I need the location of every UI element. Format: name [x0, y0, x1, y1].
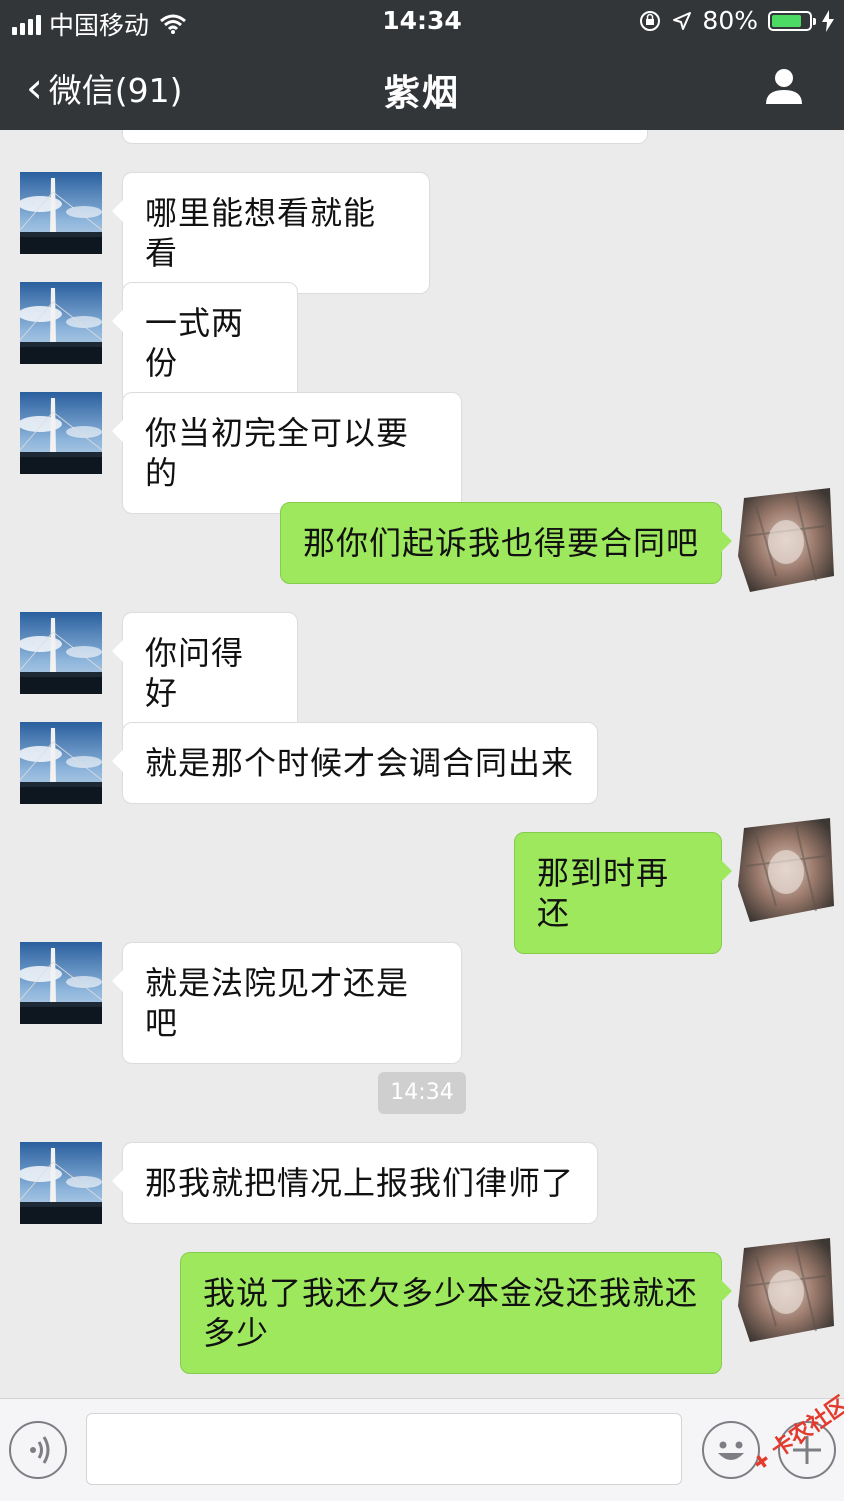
self-avatar[interactable] [736, 1236, 836, 1344]
incoming-message-bubble[interactable]: 你问得好 [112, 612, 298, 734]
contact-avatar[interactable] [20, 942, 102, 1024]
top-bar: 中国移动 14:34 80% ‹ 微信(91) 紫烟 [0, 0, 844, 130]
self-avatar[interactable] [736, 486, 836, 594]
incoming-message-bubble[interactable]: 就是那个时候才会调合同出来 [112, 722, 598, 804]
battery-percent: 80% [702, 6, 758, 35]
battery-icon [768, 10, 816, 31]
input-bar [0, 1398, 844, 1501]
outgoing-message-bubble[interactable]: 我说了我还欠多少本金没还我就还多少 [180, 1252, 732, 1374]
outgoing-message-bubble[interactable]: 那到时再还 [514, 832, 732, 954]
incoming-message-bubble[interactable]: 就是法院见才还是吧 [112, 942, 462, 1064]
contact-avatar[interactable] [20, 612, 102, 694]
charging-icon [822, 9, 834, 32]
outgoing-message-bubble[interactable]: 那你们起诉我也得要合同吧 [280, 502, 732, 584]
voice-icon [30, 1436, 50, 1464]
person-icon[interactable] [764, 66, 804, 106]
voice-button[interactable] [9, 1421, 67, 1479]
incoming-message-bubble[interactable]: 那我就把情况上报我们律师了 [112, 1142, 598, 1224]
nav-bar: ‹ 微信(91) 紫烟 [0, 44, 844, 130]
contact-avatar[interactable] [20, 392, 102, 474]
location-icon [673, 11, 692, 30]
contact-avatar[interactable] [20, 172, 102, 254]
status-bar: 中国移动 14:34 80% [0, 0, 844, 44]
incoming-message-bubble[interactable]: 你当初完全可以要的 [112, 392, 462, 514]
incoming-message-bubble[interactable]: 一式两份 [112, 282, 298, 404]
partial-bubble [122, 130, 648, 144]
self-avatar[interactable] [736, 816, 836, 924]
orientation-lock-icon [640, 10, 661, 31]
contact-avatar[interactable] [20, 1142, 102, 1224]
timestamp-divider: 14:34 [378, 1072, 466, 1114]
contact-avatar[interactable] [20, 282, 102, 364]
incoming-message-bubble[interactable]: 哪里能想看就能看 [112, 172, 430, 294]
chat-area[interactable]: 14:34 哪里能想看就能看 一式两份 你当初完全可以要的 那你们起诉我也得要合同吧你… [0, 130, 844, 1398]
chat-title: 紫烟 [383, 73, 460, 114]
message-input[interactable] [86, 1413, 682, 1485]
contact-avatar[interactable] [20, 722, 102, 804]
